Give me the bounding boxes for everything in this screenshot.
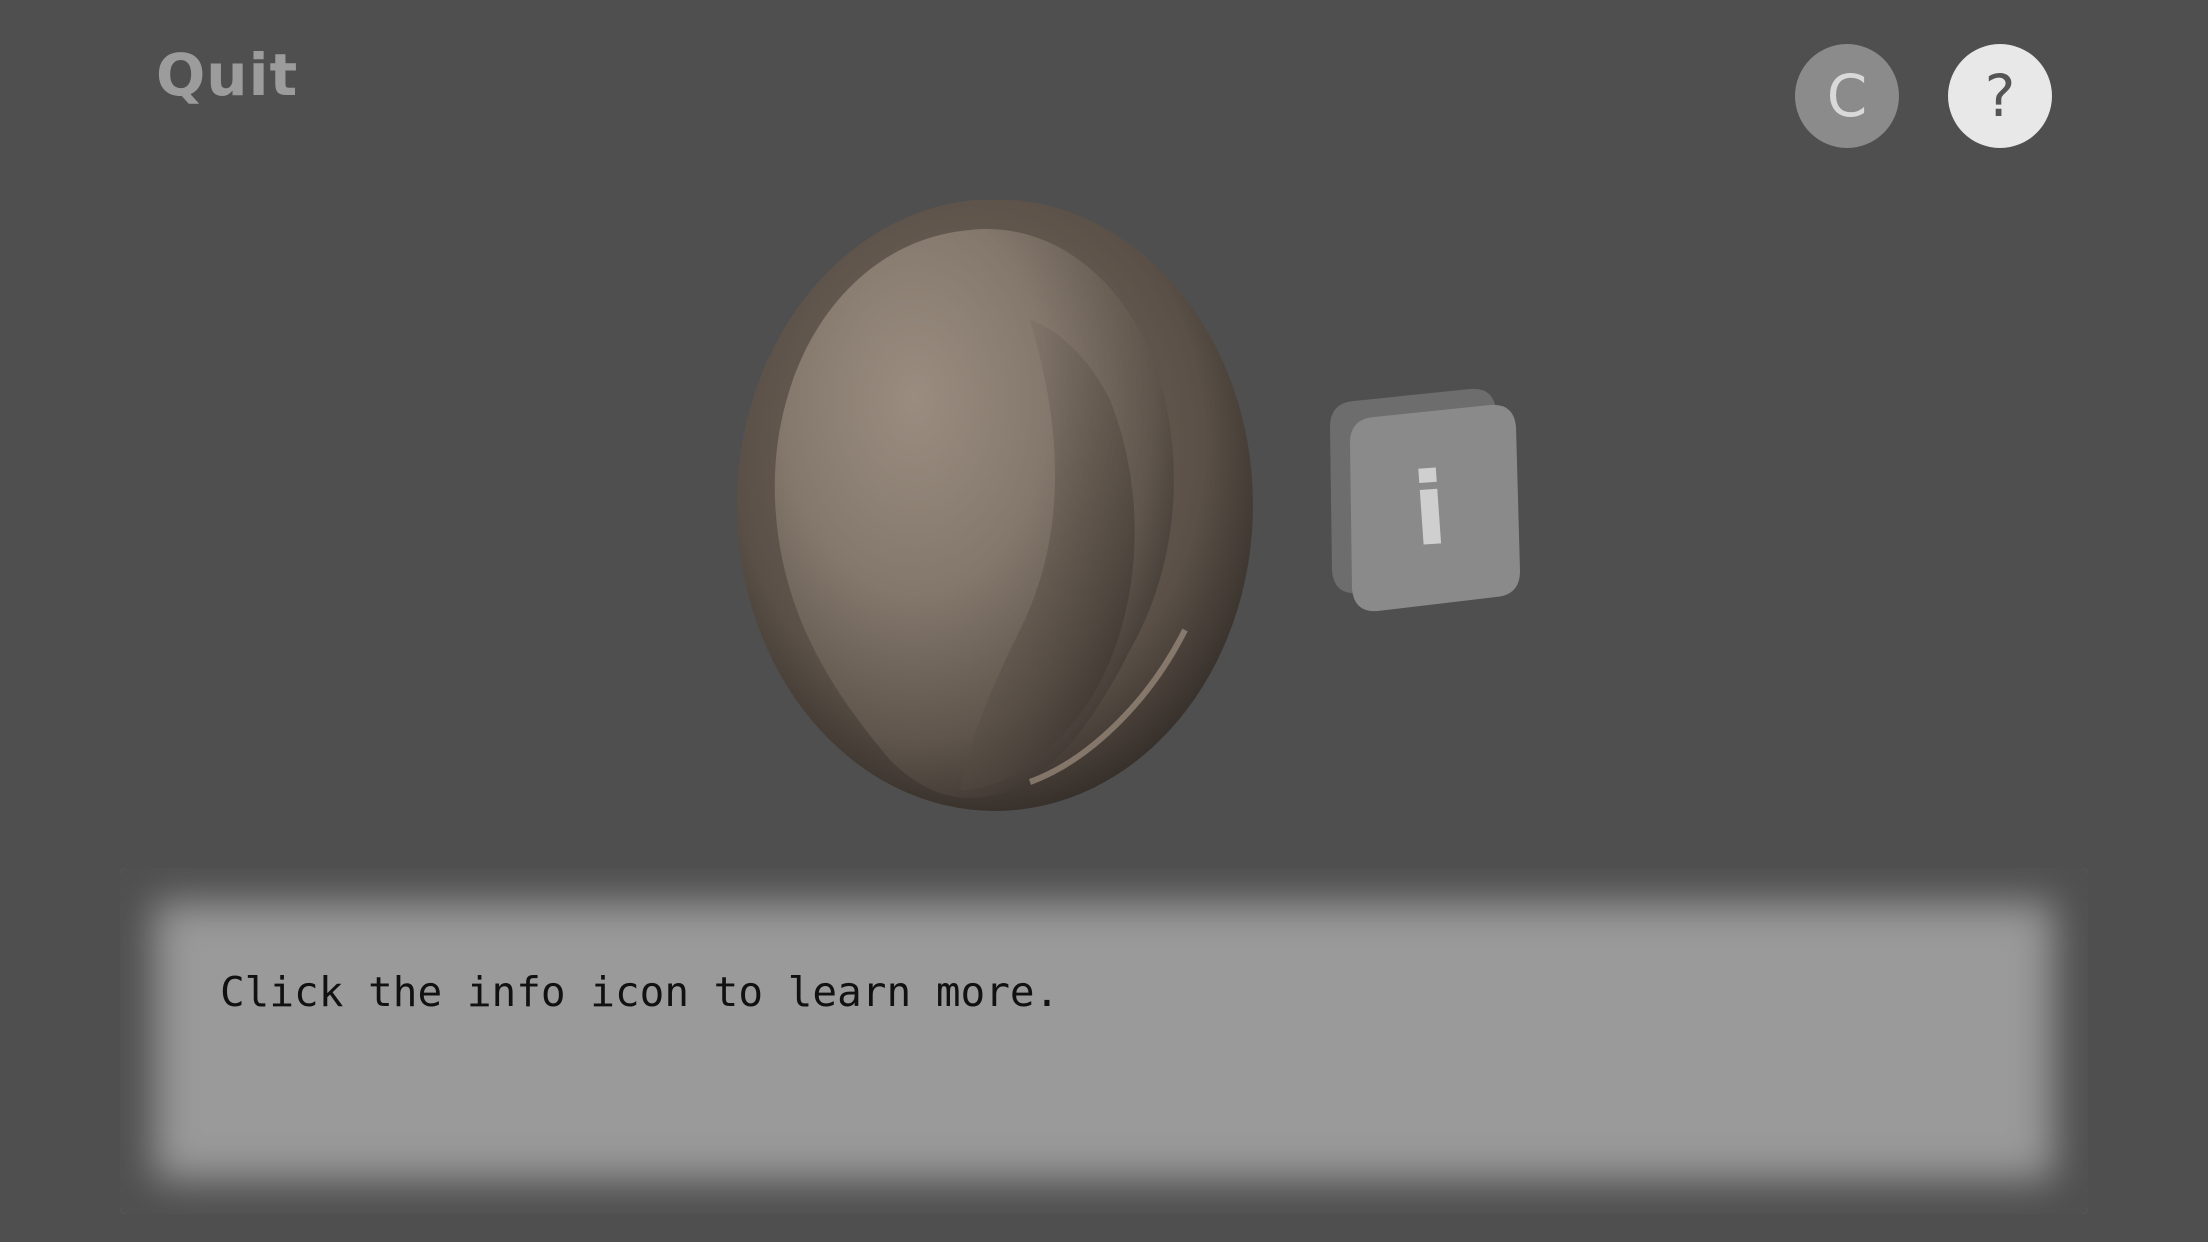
game-scene: Quit C ? i Click the info icon to learn … [0,0,2208,1242]
hat-model[interactable] [730,200,1260,820]
info-button[interactable]: i [1310,385,1530,635]
dialog-message: Click the info icon to learn more. [220,968,1060,1016]
help-button[interactable]: ? [1948,44,2052,148]
dialog-panel: Click the info icon to learn more. [120,868,2088,1214]
hat-illustration [737,200,1253,811]
c-button[interactable]: C [1795,44,1899,148]
info-icon: i [1408,449,1452,570]
quit-button[interactable]: Quit [156,40,298,110]
